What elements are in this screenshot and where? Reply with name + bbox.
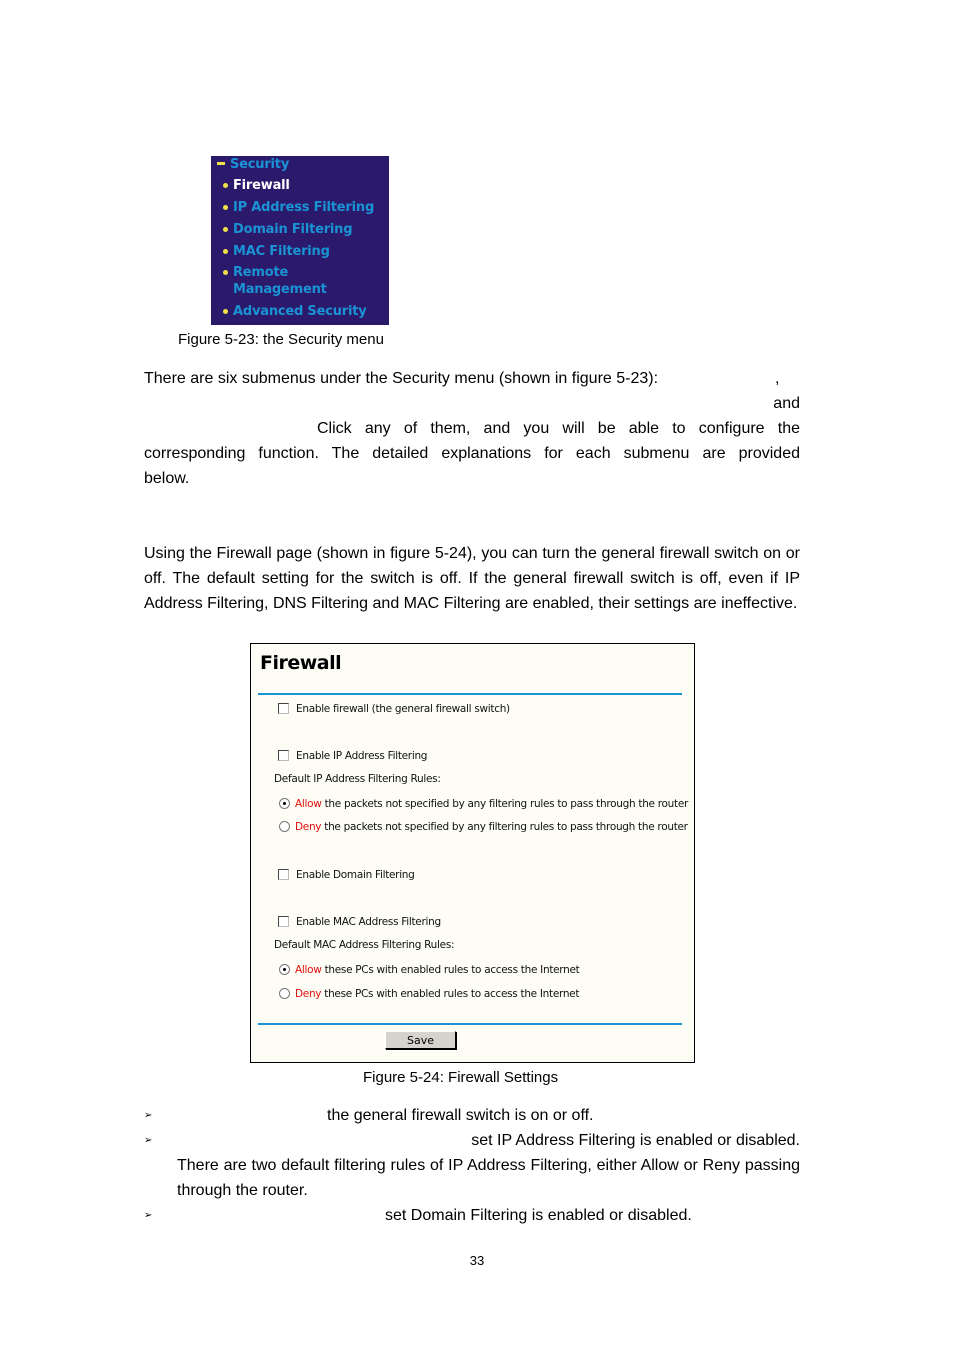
bullet-icon [223, 227, 228, 232]
menu-item-remote-management[interactable]: Remote Management [223, 264, 327, 298]
ip-rule-deny-row: Deny the packets not specified by any fi… [279, 820, 688, 833]
list-item: ➢ set Domain Filtering is enabled or dis… [144, 1203, 800, 1228]
firewall-paragraph-text: Using the Firewall page (shown in figure… [144, 545, 800, 612]
firewall-settings-panel: Firewall Enable firewall (the general fi… [250, 643, 695, 1063]
arrow-bullet-icon: ➢ [144, 1210, 153, 1221]
mac-rule-allow-radio[interactable] [279, 963, 290, 975]
security-menu: Security Firewall IP Address Filtering D… [211, 156, 389, 325]
explanation-list: ➢ the general firewall switch is on or o… [144, 1103, 800, 1228]
intro-paragraph: There are six submenus under the Securit… [144, 366, 800, 491]
menu-item-mac-filtering[interactable]: MAC Filtering [223, 243, 330, 260]
menu-item-advanced-security[interactable]: Advanced Security [223, 303, 367, 320]
intro-line-5: below. [144, 470, 190, 487]
menu-item-firewall[interactable]: Firewall [223, 177, 290, 194]
intro-line-4: corresponding function. The detailed exp… [144, 445, 800, 462]
intro-line-2: and [773, 395, 800, 412]
arrow-bullet-icon: ➢ [144, 1135, 153, 1146]
figure-5-24-caption: Figure 5-24: Firewall Settings [363, 1069, 559, 1086]
enable-mac-filtering-row: Enable MAC Address Filtering [278, 915, 441, 928]
enable-ip-filtering-row: Enable IP Address Filtering [278, 749, 427, 762]
menu-item-domain-filtering[interactable]: Domain Filtering [223, 221, 353, 238]
mac-rule-deny-radio[interactable] [279, 987, 290, 999]
menu-item-ip-address-filtering[interactable]: IP Address Filtering [223, 199, 374, 216]
enable-firewall-row: Enable firewall (the general firewall sw… [278, 702, 510, 715]
enable-ip-filtering-checkbox[interactable] [278, 749, 289, 761]
bullet-icon [223, 205, 228, 210]
list-item: ➢ set IP Address Filtering is enabled or… [144, 1128, 800, 1203]
ip-rule-deny-radio[interactable] [279, 820, 290, 832]
intro-line-1: There are six submenus under the Securit… [144, 370, 659, 387]
enable-domain-filtering-row: Enable Domain Filtering [278, 868, 415, 881]
bullet-icon [223, 309, 228, 314]
bottom-divider [258, 1023, 682, 1025]
enable-mac-filtering-checkbox[interactable] [278, 915, 289, 927]
arrow-bullet-icon: ➢ [144, 1110, 153, 1121]
bullet-icon [223, 183, 228, 188]
mac-rule-allow-row: Allow these PCs with enabled rules to ac… [279, 963, 580, 976]
bullet-icon [223, 249, 228, 254]
mac-rule-deny-row: Deny these PCs with enabled rules to acc… [279, 987, 579, 1000]
ip-rule-allow-radio[interactable] [279, 797, 290, 809]
intro-line-3: Click any of them, and you will be able … [317, 420, 800, 437]
list-item: ➢ the general firewall switch is on or o… [144, 1103, 800, 1128]
panel-title: Firewall [260, 652, 342, 674]
collapse-minus-icon [217, 162, 225, 165]
figure-5-23-caption: Figure 5-23: the Security menu [178, 331, 384, 348]
mac-rules-label: Default MAC Address Filtering Rules: [274, 939, 455, 951]
enable-domain-filtering-checkbox[interactable] [278, 868, 289, 880]
save-button[interactable]: Save [385, 1031, 456, 1049]
firewall-paragraph: Using the Firewall page (shown in figure… [144, 541, 800, 616]
ip-rules-label: Default IP Address Filtering Rules: [274, 773, 441, 785]
page-number: 33 [469, 1253, 485, 1268]
top-divider [258, 693, 682, 695]
bullet-icon [223, 270, 228, 275]
enable-firewall-checkbox[interactable] [278, 702, 289, 714]
intro-line-1-tail: , [775, 370, 780, 387]
security-menu-header[interactable]: Security [217, 157, 289, 172]
ip-rule-allow-row: Allow the packets not specified by any f… [279, 797, 688, 810]
